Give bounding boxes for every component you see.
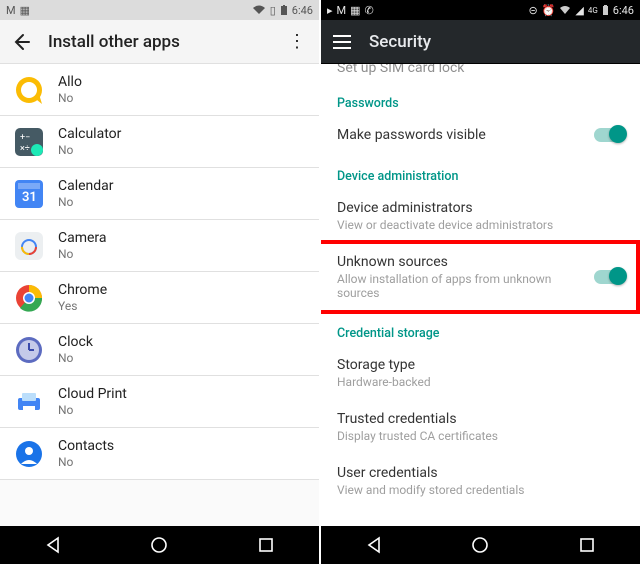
app-sub: No: [58, 455, 114, 469]
app-sub: No: [58, 91, 82, 105]
row-storage-type[interactable]: Storage type Hardware-backed: [321, 347, 640, 401]
app-row-calendar[interactable]: 31 Calendar No: [0, 168, 319, 220]
app-label: Allo: [58, 74, 82, 90]
row-sub: Allow installation of apps from unknown …: [337, 272, 586, 300]
row-trusted-credentials[interactable]: Trusted credentials Display trusted CA c…: [321, 401, 640, 455]
app-row-chrome[interactable]: Chrome Yes: [0, 272, 319, 324]
phone-security-settings: ▸ M ▦ ✆ ⊝ ⏰ ◢ 4G 6:46 Security: [320, 0, 640, 564]
network-label: 4G: [588, 6, 598, 15]
security-list[interactable]: Set up SIM card lock Passwords Make pass…: [321, 64, 640, 526]
nav-home[interactable]: [458, 531, 502, 559]
contacts-icon: [14, 439, 44, 469]
gmail-icon: M: [337, 4, 347, 17]
app-label: Contacts: [58, 438, 114, 454]
app-row-clock[interactable]: Clock No: [0, 324, 319, 376]
overflow-menu-icon[interactable]: ⋮: [287, 33, 307, 51]
appbar-title: Install other apps: [48, 32, 269, 52]
svg-text:+−: +−: [20, 133, 30, 143]
toggle-passwords-visible[interactable]: [594, 128, 624, 142]
app-label: Camera: [58, 230, 107, 246]
nav-back[interactable]: [31, 531, 75, 559]
battery-icon: [280, 5, 288, 16]
row-title: Device administrators: [337, 200, 553, 216]
row-title: User credentials: [337, 465, 524, 481]
status-time: 6:46: [613, 4, 634, 17]
row-unknown-sources[interactable]: Unknown sources Allow installation of ap…: [321, 244, 640, 312]
app-list[interactable]: Allo No +− ×÷ Calculator No: [0, 64, 319, 526]
chrome-icon: [14, 283, 44, 313]
nav-bar: [321, 526, 640, 564]
app-sub: No: [58, 195, 114, 209]
app-row-allo[interactable]: Allo No: [0, 64, 319, 116]
row-make-passwords-visible[interactable]: Make passwords visible: [321, 117, 640, 155]
status-time: 6:46: [292, 4, 313, 17]
row-sub: Hardware-backed: [337, 375, 431, 389]
clock-icon: [14, 335, 44, 365]
alarm-icon: ⏰: [542, 4, 556, 17]
row-user-credentials[interactable]: User credentials View and modify stored …: [321, 455, 640, 509]
app-row-calculator[interactable]: +− ×÷ Calculator No: [0, 116, 319, 168]
nav-home[interactable]: [137, 531, 181, 559]
app-label: Calendar: [58, 178, 114, 194]
wifi-icon: [559, 5, 571, 15]
calculator-icon: +− ×÷: [14, 127, 44, 157]
appbar-title: Security: [369, 32, 628, 52]
wifi-icon: [252, 5, 266, 15]
row-title: Trusted credentials: [337, 411, 498, 427]
svg-text:×÷: ×÷: [20, 144, 30, 154]
cutoff-row[interactable]: Set up SIM card lock: [321, 64, 640, 82]
row-title: Storage type: [337, 357, 431, 373]
section-credential-storage: Credential storage: [321, 312, 640, 347]
status-bar: M ▦ ▯ 6:46: [0, 0, 319, 20]
phone-install-other-apps: M ▦ ▯ 6:46 Install other apps ⋮: [0, 0, 320, 564]
app-sub: No: [58, 403, 127, 417]
section-device-admin: Device administration: [321, 155, 640, 190]
gmail-icon: M: [6, 4, 16, 17]
calendar-icon: 31: [14, 179, 44, 209]
nav-bar: [0, 526, 319, 564]
play-icon: ▸: [327, 4, 333, 17]
photo-icon: ▦: [350, 4, 360, 17]
app-sub: No: [58, 247, 107, 261]
svg-text:31: 31: [22, 190, 37, 205]
row-device-administrators[interactable]: Device administrators View or deactivate…: [321, 190, 640, 244]
app-label: Calculator: [58, 126, 121, 142]
dnd-icon: ⊝: [528, 4, 537, 17]
nav-back[interactable]: [352, 531, 396, 559]
app-label: Clock: [58, 334, 93, 350]
hamburger-icon[interactable]: [333, 35, 351, 49]
row-sub: View or deactivate device administrators: [337, 218, 553, 232]
toggle-unknown-sources[interactable]: [594, 270, 624, 284]
row-title: Make passwords visible: [337, 127, 486, 143]
app-sub: No: [58, 351, 93, 365]
nav-recent[interactable]: [565, 531, 609, 559]
nav-recent[interactable]: [244, 531, 288, 559]
app-label: Cloud Print: [58, 386, 127, 402]
whatsapp-icon: ✆: [365, 4, 374, 17]
appbar: Security: [321, 20, 640, 64]
cloud-print-icon: [14, 387, 44, 417]
battery-icon: [602, 5, 609, 16]
status-bar: ▸ M ▦ ✆ ⊝ ⏰ ◢ 4G 6:46: [321, 0, 640, 20]
sim-icon: ▯: [270, 4, 276, 17]
app-sub: No: [58, 143, 121, 157]
app-row-cloud-print[interactable]: Cloud Print No: [0, 376, 319, 428]
row-sub: Display trusted CA certificates: [337, 429, 498, 443]
app-row-contacts[interactable]: Contacts No: [0, 428, 319, 480]
app-row-camera[interactable]: Camera No: [0, 220, 319, 272]
camera-icon: [14, 231, 44, 261]
signal-icon: ◢: [575, 4, 583, 17]
allo-icon: [14, 75, 44, 105]
appbar: Install other apps ⋮: [0, 20, 319, 64]
app-label: Chrome: [58, 282, 107, 298]
back-icon[interactable]: [12, 33, 30, 51]
section-passwords: Passwords: [321, 82, 640, 117]
row-sub: View and modify stored credentials: [337, 483, 524, 497]
photo-icon: ▦: [20, 4, 30, 17]
row-title: Unknown sources: [337, 254, 586, 270]
app-sub: Yes: [58, 299, 107, 313]
